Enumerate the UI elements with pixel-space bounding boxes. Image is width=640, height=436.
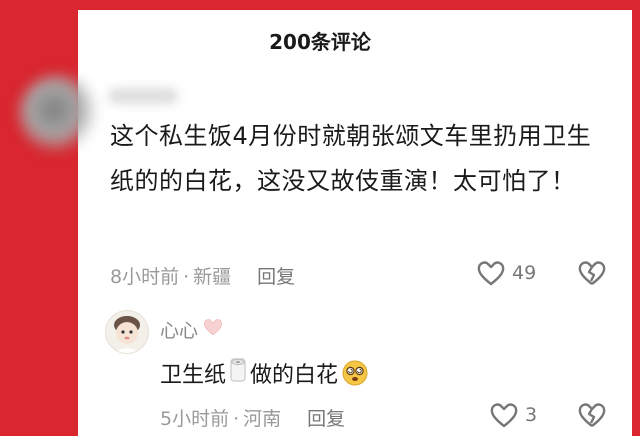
reply-text-end: 做的白花 (250, 363, 339, 388)
reply-time: 5小时前 (160, 408, 230, 430)
comment-meta: 8小时前 · 新疆 回复 (110, 262, 295, 289)
reply-text-start: 卫生纸 (160, 363, 227, 388)
meta-separator: · (183, 266, 190, 288)
toilet-paper-icon (229, 357, 247, 389)
reply-like-button[interactable]: 3 (489, 401, 537, 429)
comment-like-count: 49 (512, 262, 537, 284)
reply-meta: 5小时前 · 河南 回复 (160, 404, 345, 431)
comment-dislike-button[interactable] (577, 259, 607, 291)
comment-location: 新疆 (193, 266, 232, 288)
blurred-username (108, 88, 178, 104)
comment-text: 这个私生饭4月份时就朝张颂文车里扔用卫生纸的的白花，这没又故伎重演！太可怕了！ (110, 122, 592, 195)
reply-dislike-button[interactable] (577, 401, 607, 433)
reply-location: 河南 (243, 408, 282, 430)
comment-like-button[interactable]: 49 (476, 259, 536, 287)
reply-user[interactable]: 心心 (160, 316, 224, 343)
reply-avatar[interactable] (105, 310, 149, 354)
reply-text: 卫生纸 做的白花 (160, 357, 368, 389)
broken-heart-icon (577, 261, 607, 291)
comment-time: 8小时前 (110, 266, 180, 288)
dizzy-face-icon (342, 360, 368, 386)
reply-like-count: 3 (525, 404, 538, 426)
broken-heart-icon (577, 403, 607, 433)
heart-outline-icon (489, 401, 519, 429)
comment-reply-button[interactable]: 回复 (257, 266, 295, 288)
blurred-avatar (18, 74, 98, 154)
reply-meta-separator: · (233, 408, 240, 430)
pink-heart-icon (202, 317, 224, 342)
reply-user-name: 心心 (160, 320, 199, 342)
reply-reply-button[interactable]: 回复 (307, 408, 345, 430)
comments-title: 200条评论 (269, 30, 371, 54)
heart-outline-icon (476, 259, 506, 287)
